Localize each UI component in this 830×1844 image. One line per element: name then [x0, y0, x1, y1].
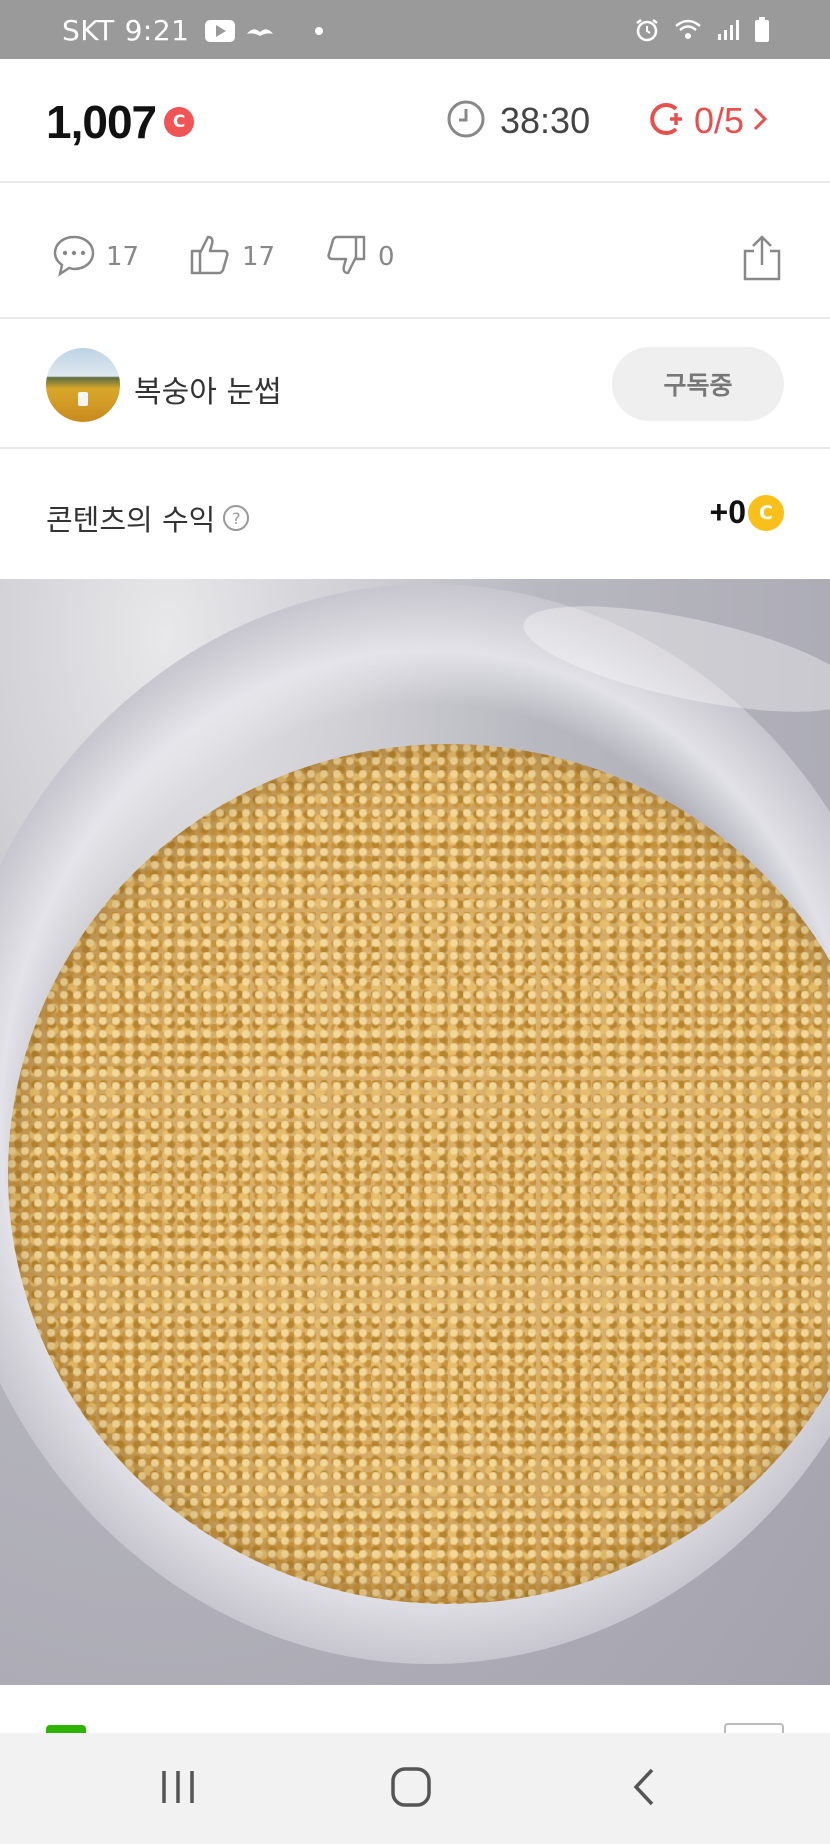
- clock-icon: [446, 99, 486, 143]
- content-revenue-row: 콘텐츠의 수익 ? +0 C: [0, 449, 830, 579]
- home-button[interactable]: [381, 1763, 441, 1815]
- ad-badge: [724, 1723, 784, 1733]
- alarm-icon: [634, 17, 660, 47]
- back-button[interactable]: [614, 1763, 674, 1815]
- home-icon: [390, 1766, 432, 1812]
- like-count: 17: [242, 242, 276, 272]
- system-nav-bar: [0, 1733, 830, 1844]
- clock: 9:21: [124, 14, 190, 47]
- recent-apps-button[interactable]: [148, 1763, 208, 1815]
- coin-plus-icon: [646, 99, 686, 143]
- ad-logo-icon: [46, 1725, 86, 1733]
- thumbs-up-icon: [188, 233, 232, 281]
- wifi-icon: [674, 18, 702, 46]
- share-icon: [742, 235, 782, 285]
- battery-icon: [754, 17, 770, 47]
- quota-value: 0/5: [694, 100, 745, 141]
- avatar-figure: [78, 392, 88, 406]
- coin-icon: C: [748, 494, 784, 531]
- dislike-button[interactable]: 0: [324, 233, 395, 281]
- coin-quota-button[interactable]: 0/5: [646, 99, 768, 143]
- revenue-value: +0: [709, 494, 746, 530]
- youtube-icon: [205, 19, 236, 42]
- post-image[interactable]: [0, 579, 830, 1685]
- status-left: SKT 9:21: [62, 14, 324, 47]
- dislike-count: 0: [378, 242, 395, 272]
- ad-row[interactable]: [0, 1685, 830, 1733]
- points-display[interactable]: 1,007 C: [46, 95, 195, 149]
- help-icon[interactable]: ?: [223, 505, 250, 531]
- like-button[interactable]: 17: [188, 233, 275, 281]
- comment-count: 17: [106, 242, 140, 272]
- status-right: [634, 17, 770, 47]
- comment-button[interactable]: 17: [52, 233, 139, 281]
- app-header: 1,007 C 38:30 0/5: [0, 59, 830, 183]
- revenue-label-group: 콘텐츠의 수익 ?: [46, 497, 250, 539]
- share-button[interactable]: [742, 235, 782, 285]
- revenue-label: 콘텐츠의 수익: [46, 503, 216, 537]
- avatar[interactable]: [46, 348, 120, 422]
- timer-display[interactable]: 38:30: [446, 99, 590, 143]
- dot-icon: [315, 26, 324, 35]
- revenue-amount: +0 C: [710, 494, 784, 531]
- comment-icon: [52, 233, 96, 281]
- coin-icon: C: [164, 107, 195, 137]
- author-row: 복숭아 눈썹 구독중: [0, 319, 830, 449]
- points-value: 1,007: [46, 96, 157, 148]
- recent-apps-icon: [158, 1769, 198, 1809]
- author-name[interactable]: 복숭아 눈썹: [134, 367, 282, 411]
- post-actions-bar: 17 17 0: [0, 183, 830, 319]
- status-bar: SKT 9:21: [0, 0, 830, 59]
- signal-icon: [716, 18, 740, 46]
- back-icon: [632, 1767, 656, 1811]
- carrier-label: SKT: [62, 14, 115, 47]
- thumbs-down-icon: [324, 233, 368, 281]
- subscribe-button[interactable]: 구독중: [612, 347, 784, 421]
- chevron-right-icon: [752, 105, 768, 137]
- timer-value: 38:30: [500, 100, 591, 141]
- mustache-icon: [245, 14, 275, 47]
